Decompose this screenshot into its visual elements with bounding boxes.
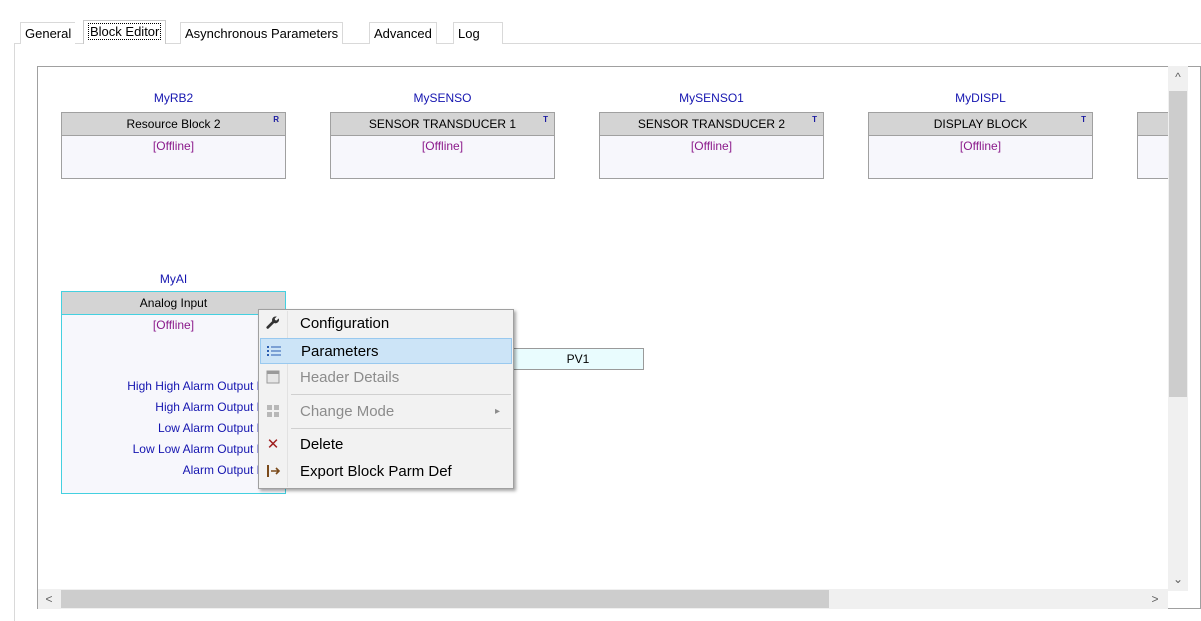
menu-item-parameters[interactable]: Parameters — [260, 338, 512, 364]
vertical-scroll-thumb[interactable] — [1169, 91, 1187, 397]
scroll-down-arrow-icon[interactable]: ⌄ — [1169, 570, 1187, 588]
menu-item-export-block-parm-def[interactable]: Export Block Parm Def — [260, 459, 512, 485]
wrench-icon — [264, 315, 282, 333]
block-tag-myrb2: MyRB2 — [153, 91, 194, 105]
menu-item-label: Header Details — [300, 369, 400, 386]
tab-advanced[interactable]: Advanced — [369, 22, 437, 44]
function-block-resource-block-2[interactable]: Resource Block 2 R [Offline] — [61, 112, 286, 179]
block-status: [Offline] — [690, 139, 733, 153]
block-header — [1138, 113, 1168, 136]
submenu-arrow-icon: ▸ — [494, 406, 500, 417]
tab-asynchronous-parameters[interactable]: Asynchronous Parameters — [180, 22, 344, 44]
export-icon — [264, 463, 282, 481]
block-tag-mysenso1: MySENSO1 — [679, 91, 744, 105]
block-parameter[interactable]: High Alarm Output Disc — [61, 400, 280, 414]
block-header: DISPLAY BLOCK T — [869, 113, 1092, 136]
block-name: Resource Block 2 — [126, 117, 221, 131]
block-type-badge: T — [812, 115, 817, 124]
block-parameter[interactable]: Low Low Alarm Output Disc — [61, 442, 280, 456]
menu-item-delete[interactable]: ✕ Delete — [260, 432, 512, 458]
menu-item-label: Export Block Parm Def — [300, 463, 452, 480]
menu-separator — [291, 428, 511, 429]
scroll-right-arrow-icon[interactable]: > — [1146, 590, 1164, 608]
function-block-partial[interactable] — [1137, 112, 1168, 179]
block-tag-mydispl: MyDISPL — [955, 91, 1006, 105]
block-name: DISPLAY BLOCK — [933, 117, 1028, 131]
horizontal-scroll-thumb[interactable] — [61, 590, 829, 608]
block-tag-mysenso: MySENSO — [413, 91, 472, 105]
tab-general[interactable]: General — [20, 22, 76, 44]
block-type-badge: R — [273, 115, 279, 124]
block-header: Resource Block 2 R — [62, 113, 285, 136]
mode-grid-icon — [264, 403, 282, 421]
linked-parameter-pv1[interactable]: PV1 — [512, 348, 644, 370]
menu-item-label: Change Mode — [300, 403, 395, 420]
block-name: SENSOR TRANSDUCER 1 — [368, 117, 517, 131]
function-block-display-block[interactable]: DISPLAY BLOCK T [Offline] — [868, 112, 1093, 179]
block-tag-myai: MyAI — [159, 272, 188, 286]
tab-log[interactable]: Log — [453, 22, 503, 44]
menu-item-change-mode[interactable]: Change Mode ▸ — [260, 399, 512, 425]
tab-advanced-label: Advanced — [374, 26, 432, 41]
context-menu: Configuration Parameters Header Details … — [258, 309, 514, 489]
block-parameter[interactable]: Out — [61, 358, 280, 372]
tab-log-label: Log — [458, 26, 480, 41]
block-parameter[interactable]: Alarm Output Disc — [61, 463, 280, 477]
block-parameter[interactable]: High High Alarm Output Disc — [61, 379, 280, 393]
block-header: SENSOR TRANSDUCER 1 T — [331, 113, 554, 136]
header-icon — [264, 369, 282, 387]
list-icon — [265, 343, 283, 361]
tab-block-editor-label: Block Editor — [88, 23, 162, 40]
block-status: [Offline] — [959, 139, 1002, 153]
menu-item-label: Delete — [300, 436, 344, 453]
tab-async-label: Asynchronous Parameters — [185, 26, 339, 41]
block-parameter[interactable]: Low Alarm Output Disc — [61, 421, 280, 435]
delete-x-icon: ✕ — [266, 436, 280, 453]
tab-general-label: General — [25, 26, 72, 41]
block-name: Analog Input — [139, 296, 208, 310]
block-type-badge: T — [1081, 115, 1086, 124]
menu-item-configuration[interactable]: Configuration — [260, 311, 512, 337]
block-status: [Offline] — [152, 318, 195, 332]
block-header: SENSOR TRANSDUCER 2 T — [600, 113, 823, 136]
block-status: [Offline] — [152, 139, 195, 153]
menu-item-label: Configuration — [300, 315, 390, 332]
menu-item-label: Parameters — [301, 343, 379, 360]
block-header: Analog Input — [62, 292, 285, 315]
block-type-badge: T — [543, 115, 548, 124]
tab-block-editor[interactable]: Block Editor — [83, 20, 167, 44]
function-block-sensor-transducer-2[interactable]: SENSOR TRANSDUCER 2 T [Offline] — [599, 112, 824, 179]
block-status: [Offline] — [421, 139, 464, 153]
menu-separator — [291, 394, 511, 395]
function-block-sensor-transducer-1[interactable]: SENSOR TRANSDUCER 1 T [Offline] — [330, 112, 555, 179]
scroll-up-arrow-icon[interactable]: ^ — [1169, 68, 1187, 86]
scroll-left-arrow-icon[interactable]: < — [40, 590, 58, 608]
block-name: SENSOR TRANSDUCER 2 — [637, 117, 786, 131]
menu-item-header-details[interactable]: Header Details — [260, 365, 512, 391]
